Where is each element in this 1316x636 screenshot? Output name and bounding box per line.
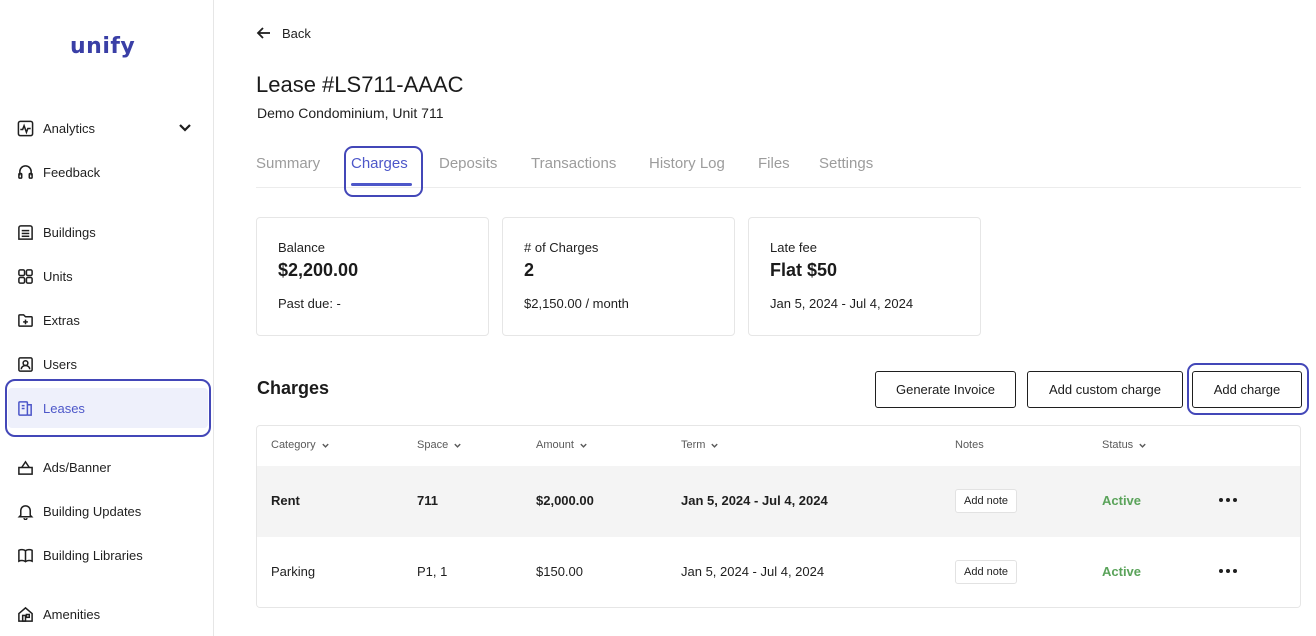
table-row[interactable]: Rent 711 $2,000.00 Jan 5, 2024 - Jul 4, … <box>257 466 1300 537</box>
column-label: Category <box>271 439 316 451</box>
cell-term: Jan 5, 2024 - Jul 4, 2024 <box>681 493 828 508</box>
table-row[interactable]: Parking P1, 1 $150.00 Jan 5, 2024 - Jul … <box>257 537 1300 607</box>
column-label: Space <box>417 439 449 451</box>
sidebar-item-users[interactable]: Users <box>0 344 213 384</box>
more-options-icon[interactable] <box>1219 493 1237 507</box>
sidebar-item-label: Amenities <box>43 606 101 622</box>
sidebar-item-label: Ads/Banner <box>43 459 111 475</box>
sidebar-item-extras[interactable]: Extras <box>0 300 213 340</box>
sidebar-item-label: Units <box>43 268 73 284</box>
sidebar-item-label: Analytics <box>43 120 96 136</box>
feedback-icon <box>16 163 34 181</box>
sidebar-item-label: Building Libraries <box>43 547 143 563</box>
ads-icon <box>16 458 34 476</box>
page-subtitle: Demo Condominium, Unit 711 <box>257 105 444 121</box>
amenities-icon <box>16 605 34 623</box>
tab-files[interactable]: Files <box>758 155 790 172</box>
sidebar-item-label: Users <box>43 356 77 372</box>
chevron-down-icon <box>321 443 329 448</box>
column-header-space[interactable]: Space <box>417 439 462 451</box>
card-value: $2,200.00 <box>278 260 359 280</box>
tab-history-log[interactable]: History Log <box>649 155 725 172</box>
generate-invoice-button[interactable]: Generate Invoice <box>875 371 1016 408</box>
sidebar-item-building-updates[interactable]: Building Updates <box>0 491 213 531</box>
add-charge-highlight-outline <box>1187 363 1309 415</box>
sidebar-item-label: Building Updates <box>43 503 142 519</box>
sidebar-item-ads-banner[interactable]: Ads/Banner <box>0 447 213 487</box>
column-header-amount[interactable]: Amount <box>536 439 588 451</box>
units-icon <box>16 267 34 285</box>
column-label: Amount <box>536 439 574 451</box>
cell-space: 711 <box>417 493 438 508</box>
back-link[interactable]: Back <box>256 25 311 41</box>
column-header-status[interactable]: Status <box>1102 439 1147 451</box>
sidebar-item-label: Buildings <box>43 224 96 240</box>
cell-amount: $2,000.00 <box>536 493 594 508</box>
charges-count-card: # of Charges 2 $2,150.00 / month <box>502 217 735 336</box>
balance-card: Balance $2,200.00 Past due: - <box>256 217 489 336</box>
chevron-down-icon <box>1139 443 1146 448</box>
card-value: 2 <box>524 260 535 280</box>
sidebar: unify Analytics Feedback Buildings Units… <box>0 0 214 636</box>
card-label: Late fee <box>770 240 817 255</box>
chevron-down-icon[interactable] <box>177 119 193 138</box>
sidebar-item-amenities[interactable]: Amenities <box>0 594 213 634</box>
sidebar-item-label: Feedback <box>43 164 101 180</box>
card-label: # of Charges <box>524 240 599 255</box>
extras-icon <box>16 311 34 329</box>
tab-settings[interactable]: Settings <box>819 155 873 172</box>
card-footer: $2,150.00 / month <box>524 296 629 311</box>
charges-section-title: Charges <box>257 378 330 398</box>
users-icon <box>16 355 34 373</box>
card-footer: Past due: - <box>278 296 341 311</box>
card-value: Flat $50 <box>770 260 838 280</box>
charges-table: Category Space Amount Term Notes Status … <box>256 425 1301 608</box>
sidebar-item-analytics[interactable]: Analytics <box>0 108 213 148</box>
cell-category: Rent <box>271 493 300 508</box>
tab-summary[interactable]: Summary <box>256 155 320 172</box>
sidebar-item-building-libraries[interactable]: Building Libraries <box>0 535 213 575</box>
column-label: Status <box>1102 439 1134 451</box>
cell-space: P1, 1 <box>417 564 448 579</box>
book-icon <box>16 546 34 564</box>
sidebar-item-feedback[interactable]: Feedback <box>0 152 213 192</box>
bell-icon <box>16 502 34 520</box>
cell-term: Jan 5, 2024 - Jul 4, 2024 <box>681 564 825 579</box>
arrow-left-icon <box>256 27 270 39</box>
card-label: Balance <box>278 240 325 255</box>
add-note-button[interactable]: Add note <box>955 489 1018 513</box>
card-footer: Jan 5, 2024 - Jul 4, 2024 <box>770 296 914 311</box>
cell-amount: $150.00 <box>536 564 583 579</box>
sidebar-item-buildings[interactable]: Buildings <box>0 212 213 252</box>
analytics-icon <box>16 119 34 137</box>
chevron-down-icon <box>454 443 461 448</box>
cell-category: Parking <box>271 564 316 579</box>
add-note-button[interactable]: Add note <box>955 560 1018 584</box>
table-header: Category Space Amount Term Notes Status <box>257 426 1300 466</box>
column-header-category[interactable]: Category <box>271 439 330 451</box>
buildings-icon <box>16 223 34 241</box>
column-header-notes: Notes <box>955 439 984 451</box>
late-fee-card: Late fee Flat $50 Jan 5, 2024 - Jul 4, 2… <box>748 217 981 336</box>
add-custom-charge-button[interactable]: Add custom charge <box>1027 371 1183 408</box>
sidebar-item-label: Extras <box>43 312 80 328</box>
status-badge: Active <box>1102 564 1142 579</box>
app-logo[interactable]: unify <box>70 34 135 59</box>
column-label: Term <box>681 439 706 451</box>
tab-deposits[interactable]: Deposits <box>439 155 497 172</box>
sidebar-item-units[interactable]: Units <box>0 256 213 296</box>
leases-highlight-outline <box>5 379 211 437</box>
charges-tab-highlight-outline <box>344 146 423 197</box>
status-badge: Active <box>1102 493 1142 508</box>
column-label: Notes <box>955 439 984 451</box>
tab-transactions[interactable]: Transactions <box>531 155 616 172</box>
column-header-term[interactable]: Term <box>681 439 719 451</box>
chevron-down-icon <box>580 443 587 448</box>
more-options-icon[interactable] <box>1219 564 1237 578</box>
page-title: Lease #LS711-AAAC <box>256 72 464 97</box>
back-label: Back <box>282 25 311 41</box>
chevron-down-icon <box>711 443 719 448</box>
